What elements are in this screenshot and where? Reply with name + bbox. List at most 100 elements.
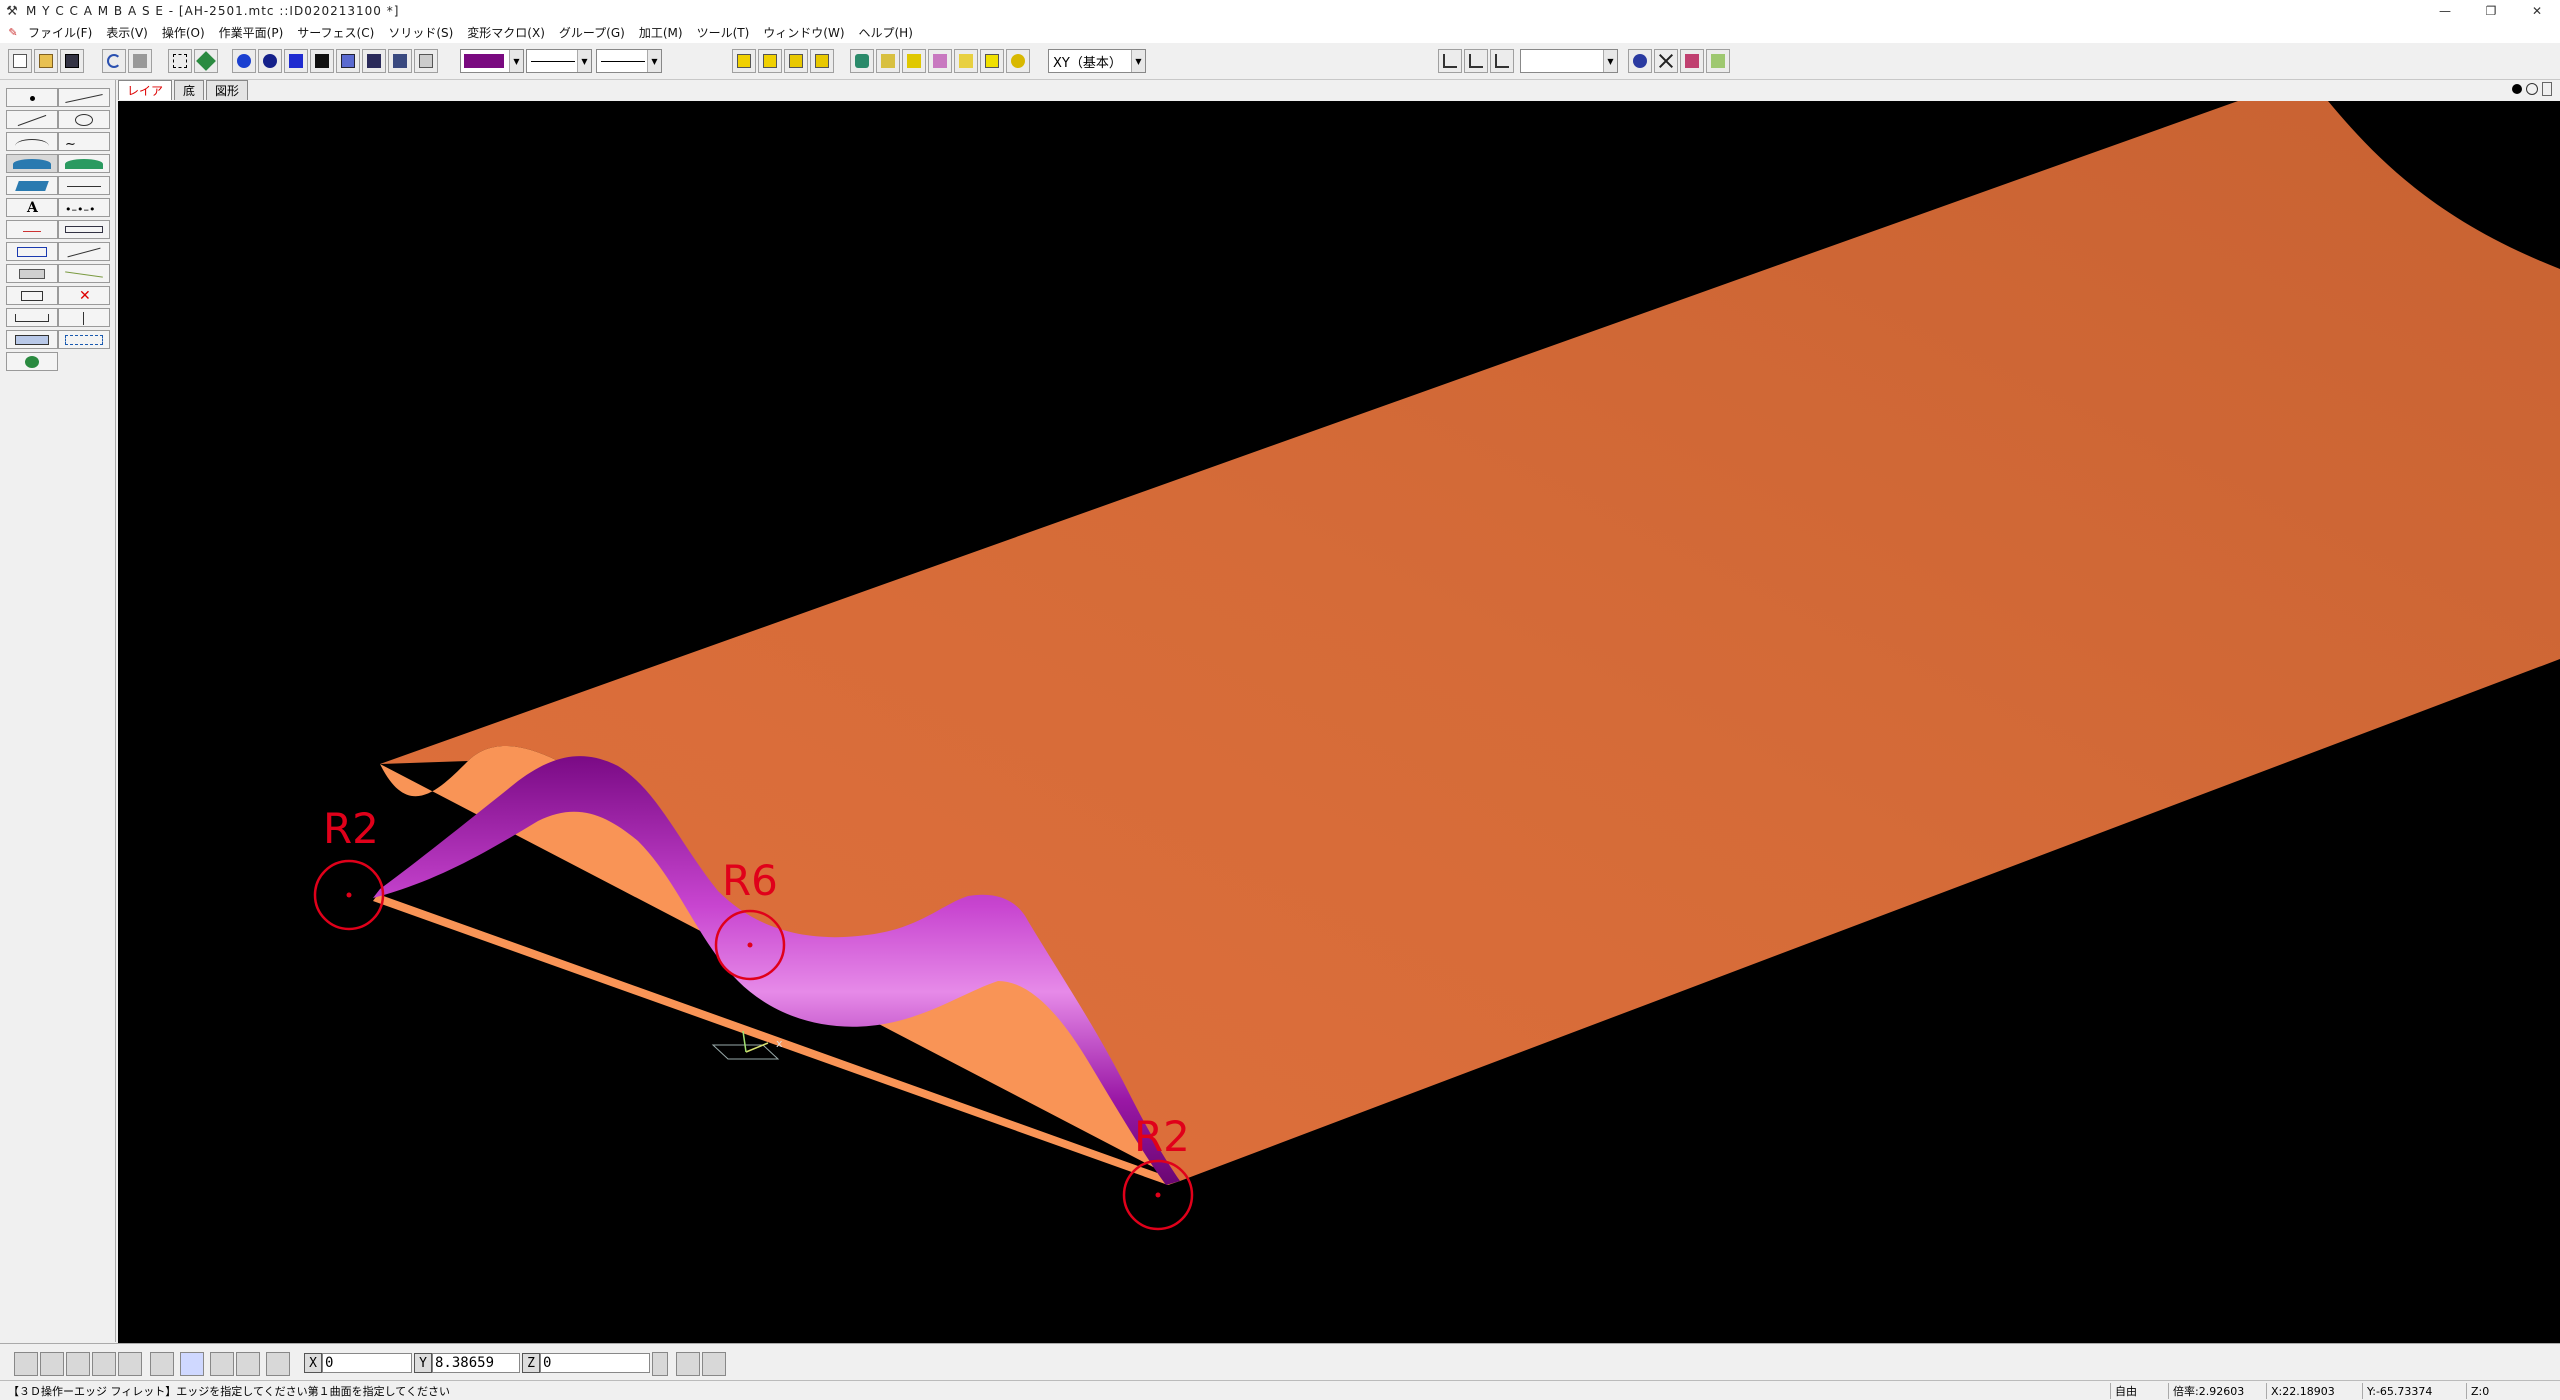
tab-bottom[interactable]: 底 xyxy=(174,80,205,100)
wire-mode-button[interactable] xyxy=(258,49,282,73)
new-file-button[interactable] xyxy=(8,49,32,73)
menu-surface[interactable]: サーフェス(C) xyxy=(297,24,374,41)
surface-tool-4-button[interactable] xyxy=(954,49,978,73)
grid-view-button[interactable] xyxy=(388,49,412,73)
axis-lz-button[interactable] xyxy=(1490,49,1514,73)
node-tool[interactable]: •–•–• xyxy=(58,198,110,217)
snap-button-8[interactable] xyxy=(210,1352,234,1376)
surface-tool-6-button[interactable] xyxy=(1006,49,1030,73)
redo-button[interactable] xyxy=(128,49,152,73)
palette-green-button[interactable] xyxy=(1706,49,1730,73)
reset-view-icon[interactable] xyxy=(2526,83,2538,95)
delete-tool[interactable]: ✕ xyxy=(58,286,110,305)
snap-button-10[interactable] xyxy=(266,1352,290,1376)
menu-operation[interactable]: 操作(O) xyxy=(162,24,205,41)
plane-yellow-3-button[interactable] xyxy=(784,49,808,73)
work-plane-select[interactable]: XY（基本） ▼ xyxy=(1048,49,1146,73)
arc-tool[interactable] xyxy=(6,132,58,151)
circle-tool[interactable] xyxy=(58,110,110,129)
project-tool[interactable] xyxy=(6,330,58,349)
restore-button[interactable]: ❐ xyxy=(2468,0,2514,22)
snap-button-3[interactable] xyxy=(66,1352,90,1376)
measure-tool[interactable] xyxy=(6,308,58,327)
save-file-button[interactable] xyxy=(60,49,84,73)
array-tool[interactable] xyxy=(58,330,110,349)
line-tool[interactable] xyxy=(58,88,110,107)
copy-tool[interactable] xyxy=(6,286,58,305)
menu-work-plane[interactable]: 作業平面(P) xyxy=(219,24,284,41)
plane-yellow-4-button[interactable] xyxy=(810,49,834,73)
x-input[interactable]: 0 xyxy=(322,1353,412,1373)
snap-active-button[interactable] xyxy=(180,1352,204,1376)
plane-yellow-2-button[interactable] xyxy=(758,49,782,73)
tab-layer[interactable]: レイア xyxy=(118,80,173,100)
line-type-select[interactable]: ▼ xyxy=(526,49,592,73)
spline-tool[interactable]: ∼ xyxy=(58,132,110,152)
app-icon[interactable]: ⚒ xyxy=(4,3,20,19)
offset-tool[interactable] xyxy=(58,264,110,283)
pointer-button[interactable] xyxy=(414,49,438,73)
z-dropdown-button[interactable] xyxy=(652,1352,668,1376)
surface-green-tool[interactable] xyxy=(58,154,110,173)
snap-button-6[interactable] xyxy=(150,1352,174,1376)
surface-tool-1-button[interactable] xyxy=(876,49,900,73)
point-tool[interactable] xyxy=(6,88,58,107)
rotate-button[interactable] xyxy=(1628,49,1652,73)
surface-tool-2-button[interactable] xyxy=(902,49,926,73)
solid-view-button[interactable] xyxy=(284,49,308,73)
axis-ly-button[interactable] xyxy=(1464,49,1488,73)
ruler-tool[interactable] xyxy=(58,220,110,239)
plane-tool[interactable] xyxy=(6,176,58,195)
menu-solid[interactable]: ソリッド(S) xyxy=(388,24,453,41)
menu-view[interactable]: 表示(V) xyxy=(106,24,148,41)
open-file-button[interactable] xyxy=(34,49,58,73)
segment-tool[interactable] xyxy=(6,110,58,129)
cad-viewport[interactable]: x R2 R6 R2 xyxy=(118,101,2560,1343)
solid-tool[interactable] xyxy=(6,352,58,371)
close-button[interactable]: ✕ xyxy=(2514,0,2560,22)
snap-button-2[interactable] xyxy=(40,1352,64,1376)
snap-button-9[interactable] xyxy=(236,1352,260,1376)
measure-button[interactable] xyxy=(1680,49,1704,73)
menu-file[interactable]: ファイル(F) xyxy=(28,24,92,41)
undo-button[interactable] xyxy=(102,49,126,73)
surface-tool-3-button[interactable] xyxy=(928,49,952,73)
snap-button-1[interactable] xyxy=(14,1352,38,1376)
ok-button[interactable] xyxy=(676,1352,700,1376)
mirror-tool[interactable] xyxy=(58,308,110,327)
transform-tool[interactable] xyxy=(6,242,58,261)
axis-select[interactable]: ▼ xyxy=(1520,49,1618,73)
surface-tool[interactable] xyxy=(6,154,58,173)
menu-help[interactable]: ヘルプ(H) xyxy=(859,24,913,41)
z-input[interactable]: 0 xyxy=(540,1353,650,1373)
minimize-button[interactable]: — xyxy=(2422,0,2468,22)
menu-deform-macro[interactable]: 変形マクロ(X) xyxy=(467,24,545,41)
shade-mode-button[interactable] xyxy=(232,49,256,73)
axis-lx-button[interactable] xyxy=(1438,49,1462,73)
snap-button-5[interactable] xyxy=(118,1352,142,1376)
cross-box-button[interactable] xyxy=(362,49,386,73)
text-tool[interactable]: A xyxy=(6,198,58,217)
menu-machining[interactable]: 加工(M) xyxy=(639,24,683,41)
line-width-select[interactable]: ▼ xyxy=(596,49,662,73)
plane-yellow-1-button[interactable] xyxy=(732,49,756,73)
cross-section-tool[interactable] xyxy=(6,220,58,239)
delete-cross-button[interactable] xyxy=(1654,49,1678,73)
layer-icon-button[interactable] xyxy=(194,49,218,73)
cancel-button[interactable] xyxy=(702,1352,726,1376)
snap-button-4[interactable] xyxy=(92,1352,116,1376)
dimension-tool[interactable] xyxy=(58,176,110,195)
record-dot-icon[interactable] xyxy=(2512,84,2522,94)
split-view-icon[interactable] xyxy=(2542,82,2552,96)
fit-view-button[interactable] xyxy=(168,49,192,73)
trim-tool[interactable] xyxy=(6,264,58,283)
menu-group[interactable]: グループ(G) xyxy=(559,24,625,41)
extend-tool[interactable] xyxy=(58,242,110,261)
y-input[interactable]: 8.38659 xyxy=(432,1353,520,1373)
surface-tool-5-button[interactable] xyxy=(980,49,1004,73)
menu-tools[interactable]: ツール(T) xyxy=(697,24,750,41)
surface-green-button[interactable] xyxy=(850,49,874,73)
menu-window[interactable]: ウィンドウ(W) xyxy=(763,24,844,41)
tab-shape[interactable]: 図形 xyxy=(206,80,249,100)
black-view-button[interactable] xyxy=(310,49,334,73)
